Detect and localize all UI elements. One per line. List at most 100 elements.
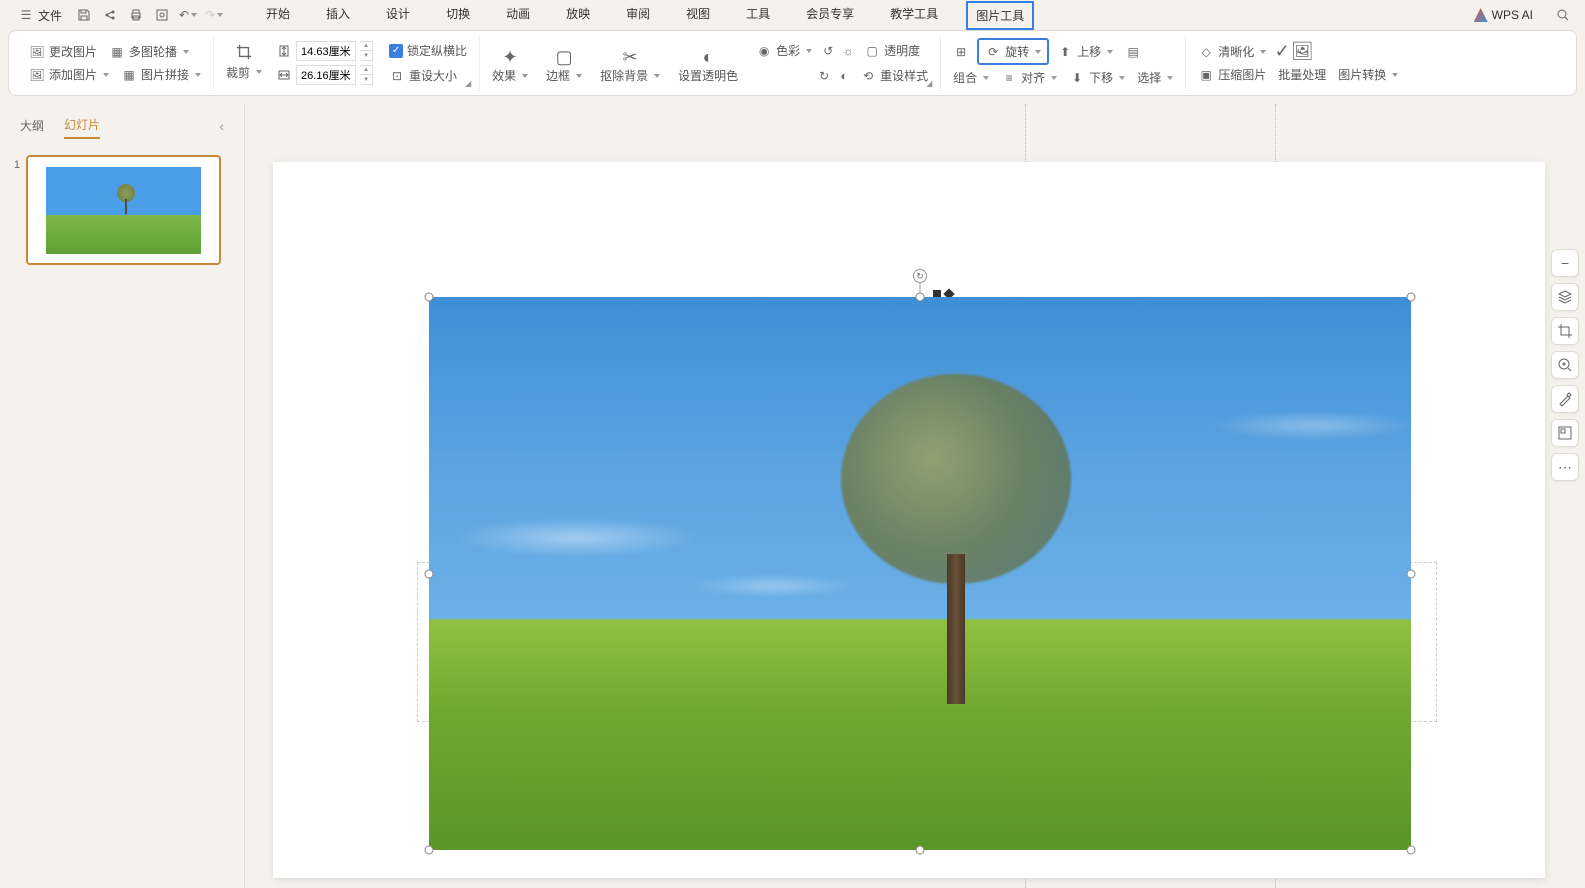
rotate-button[interactable]: ⟳旋转	[977, 38, 1049, 65]
tab-home[interactable]: 开始	[258, 1, 298, 30]
lock-ratio-label: 锁定纵横比	[407, 42, 467, 59]
ribbon-group-style: ✦效果 ▢边框 ✂抠除背景 ◐设置透明色 ◉色彩 ↺ ☼ ▢透明度 ↻ ◐ ⟲重…	[480, 35, 941, 91]
convert-icon-top: 🖼	[1294, 44, 1310, 60]
tab-insert[interactable]: 插入	[318, 1, 358, 30]
resize-handle-tm[interactable]	[916, 293, 925, 302]
tint-button[interactable]: ◉色彩	[752, 40, 816, 61]
resize-handle-tl[interactable]	[425, 293, 434, 302]
compress-button[interactable]: ▣压缩图片	[1194, 64, 1270, 85]
float-template-button[interactable]	[1551, 419, 1579, 447]
rotation-handle[interactable]	[913, 269, 927, 283]
float-magic-button[interactable]	[1551, 385, 1579, 413]
reset-size-label: 重设大小	[409, 67, 457, 84]
transparency-button[interactable]: ▢透明度	[860, 40, 924, 61]
menu-icon: ☰	[18, 7, 34, 23]
print-icon[interactable]	[128, 7, 144, 23]
pane-icon: ▤	[1125, 44, 1141, 60]
rotate-left-icon[interactable]: ↺	[820, 43, 836, 59]
resize-handle-bm[interactable]	[916, 846, 925, 855]
float-zoom-button[interactable]	[1551, 351, 1579, 379]
search-icon[interactable]	[1555, 7, 1571, 23]
batch-button[interactable]: 批量处理	[1274, 64, 1330, 85]
tab-teaching[interactable]: 教学工具	[882, 1, 946, 30]
multi-outline-button[interactable]: ▦多图轮播	[105, 41, 193, 62]
rotate-right-icon[interactable]: ↻	[816, 68, 832, 84]
slide-thumbnail[interactable]	[26, 155, 221, 265]
sidebar-tab-outline[interactable]: 大纲	[20, 113, 44, 138]
width-icon	[276, 67, 292, 83]
group-icon-button[interactable]: ⊞	[949, 42, 973, 62]
border-icon: ▢	[556, 49, 572, 65]
change-image-icon: 🖼	[29, 44, 45, 60]
add-image-icon: 🖼	[29, 67, 45, 83]
move-up-button[interactable]: ⬆上移	[1053, 41, 1117, 62]
selected-image[interactable]	[429, 297, 1411, 850]
set-transparent-button[interactable]: 设置透明色	[674, 65, 742, 86]
float-collapse-button[interactable]: −	[1551, 249, 1579, 277]
add-image-button[interactable]: 🖼添加图片	[25, 64, 113, 85]
align-button[interactable]: ≡对齐	[997, 67, 1061, 88]
redo-button[interactable]: ↷	[206, 7, 222, 23]
tab-animation[interactable]: 动画	[498, 1, 538, 30]
tab-picture-tools[interactable]: 图片工具	[966, 1, 1034, 30]
ribbon: 🖼更改图片 ▦多图轮播 🖼添加图片 ▦图片拼接 裁剪 ▲▼	[8, 30, 1577, 96]
collapse-sidebar-button[interactable]: ‹	[219, 118, 224, 134]
contrast-icon[interactable]: ◐	[836, 68, 852, 84]
sharpen-label: 清晰化	[1218, 43, 1254, 60]
reset-size-button[interactable]: ⊡重设大小	[385, 65, 471, 86]
image-stitch-button[interactable]: ▦图片拼接	[117, 64, 205, 85]
width-input[interactable]	[296, 65, 356, 85]
thumbnail-item: 1	[8, 155, 236, 265]
resize-handle-br[interactable]	[1407, 846, 1416, 855]
resize-handle-mr[interactable]	[1407, 569, 1416, 578]
float-layers-button[interactable]	[1551, 283, 1579, 311]
slide-canvas[interactable]	[273, 162, 1545, 878]
undo-button[interactable]: ↶	[180, 7, 196, 23]
sharpen-button[interactable]: ◇清晰化	[1194, 41, 1270, 62]
crop-icon[interactable]	[236, 44, 252, 60]
share-icon[interactable]	[102, 7, 118, 23]
border-button[interactable]: 边框	[542, 65, 586, 86]
tab-review[interactable]: 审阅	[618, 1, 658, 30]
file-menu-button[interactable]: ☰ 文件	[10, 3, 70, 28]
height-spinner[interactable]: ▲▼	[360, 41, 373, 61]
carousel-icon: ▦	[109, 44, 125, 60]
move-down-button[interactable]: ⬇下移	[1065, 67, 1129, 88]
tab-slideshow[interactable]: 放映	[558, 1, 598, 30]
select-label: 选择	[1137, 69, 1161, 86]
float-crop-button[interactable]	[1551, 317, 1579, 345]
resize-handle-tr[interactable]	[1407, 293, 1416, 302]
reset-style-button[interactable]: ⟲重设样式	[856, 65, 932, 86]
canvas-area[interactable]: − ⋯	[245, 104, 1585, 888]
crop-button[interactable]: 裁剪	[222, 62, 266, 83]
height-input[interactable]	[296, 41, 356, 61]
sidebar-tab-slides[interactable]: 幻灯片	[64, 112, 100, 139]
group-button[interactable]: 组合	[949, 67, 993, 88]
print-preview-icon[interactable]	[154, 7, 170, 23]
tab-member[interactable]: 会员专享	[798, 1, 862, 30]
ribbon-group-image: 🖼更改图片 ▦多图轮播 🖼添加图片 ▦图片拼接	[17, 35, 214, 91]
reset-style-icon: ⟲	[860, 68, 876, 84]
float-more-button[interactable]: ⋯	[1551, 453, 1579, 481]
effect-button[interactable]: 效果	[488, 65, 532, 86]
tab-tools[interactable]: 工具	[738, 1, 778, 30]
pane-icon-button[interactable]: ▤	[1121, 42, 1145, 62]
convert-button[interactable]: 图片转换	[1334, 64, 1402, 85]
lock-ratio-checkbox[interactable]: ✓锁定纵横比	[385, 40, 471, 61]
tint-icon: ◉	[756, 43, 772, 59]
remove-bg-button[interactable]: 抠除背景	[596, 65, 664, 86]
resize-handle-bl[interactable]	[425, 846, 434, 855]
tab-design[interactable]: 设计	[378, 1, 418, 30]
width-spinner[interactable]: ▲▼	[360, 65, 373, 85]
style-launcher-icon[interactable]: ◢	[926, 79, 936, 89]
brightness-icon[interactable]: ☼	[840, 43, 856, 59]
tab-view[interactable]: 视图	[678, 1, 718, 30]
wps-ai-label: WPS AI	[1492, 8, 1533, 22]
resize-handle-ml[interactable]	[425, 569, 434, 578]
size-launcher-icon[interactable]: ◢	[465, 79, 475, 89]
select-button[interactable]: 选择	[1133, 67, 1177, 88]
wps-ai-button[interactable]: WPS AI	[1466, 4, 1541, 26]
save-icon[interactable]	[76, 7, 92, 23]
tab-transition[interactable]: 切换	[438, 1, 478, 30]
change-image-button[interactable]: 🖼更改图片	[25, 41, 101, 62]
